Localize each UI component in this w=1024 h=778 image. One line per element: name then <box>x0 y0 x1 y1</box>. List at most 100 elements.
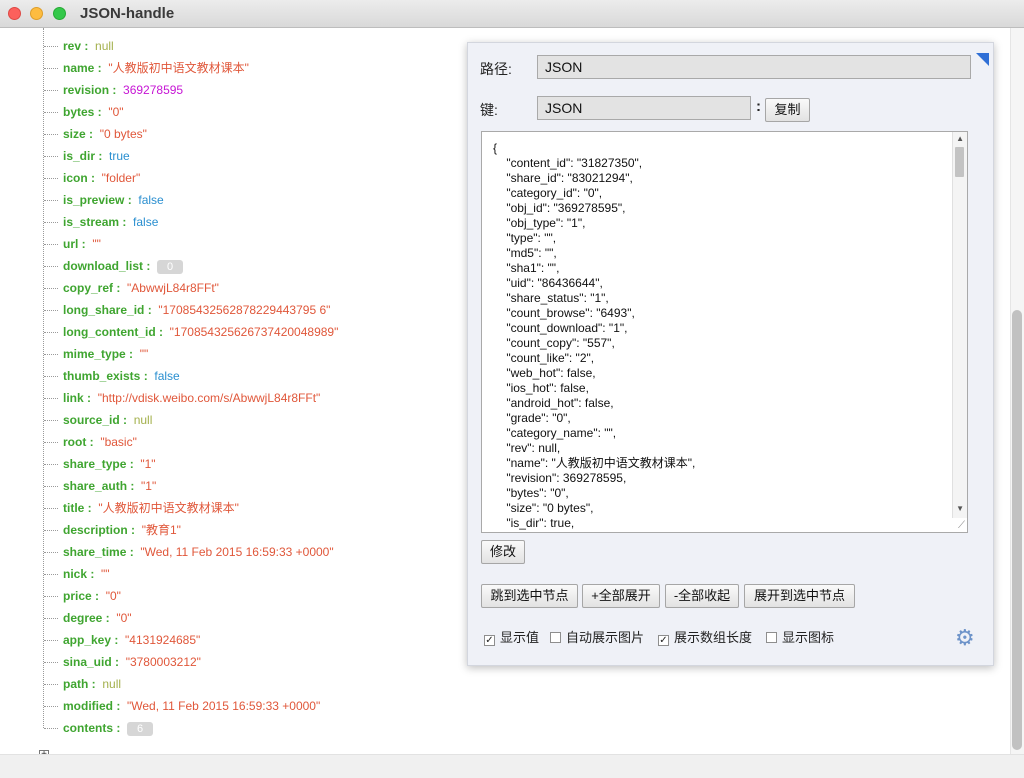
expand-all-button[interactable]: +全部展开 <box>582 584 660 608</box>
tree-connector <box>44 420 58 422</box>
tree-row[interactable]: is_preview : false <box>44 189 164 211</box>
json-scrollbar[interactable]: ▲ ▼ <box>952 132 967 518</box>
tree-row[interactable]: degree : "0" <box>44 607 132 629</box>
tree-key: sina_uid : <box>63 655 120 669</box>
json-text: { "content_id": "31827350", "share_id": … <box>493 141 696 530</box>
tree-value: "" <box>92 237 101 251</box>
tree-connector <box>44 222 58 224</box>
tree-row[interactable]: sina_uid : "3780003212" <box>44 651 201 673</box>
item-count-badge: 6 <box>127 722 154 736</box>
path-field[interactable]: JSON <box>537 55 971 79</box>
tree-row[interactable]: contents : 6 <box>44 717 154 739</box>
tree-key: long_content_id : <box>63 325 163 339</box>
panel-toggle-icon[interactable] <box>976 53 989 66</box>
tree-row[interactable]: price : "0" <box>44 585 121 607</box>
tree-connector <box>44 310 58 312</box>
tree-value: null <box>102 677 122 691</box>
minimize-window-button[interactable] <box>30 7 43 20</box>
tree-key: url : <box>63 237 86 251</box>
tree-connector <box>44 618 58 620</box>
tree-row[interactable]: long_content_id : "170854325626737420048… <box>44 321 338 343</box>
tree-row[interactable]: description : "教育1" <box>44 519 181 541</box>
tree-row[interactable]: url : "" <box>44 233 101 255</box>
tree-row[interactable]: nick : "" <box>44 563 110 585</box>
tree-connector <box>44 90 58 92</box>
tree-row[interactable]: source_id : null <box>44 409 152 431</box>
tree-row[interactable]: modified : "Wed, 11 Feb 2015 16:59:33 +0… <box>44 695 320 717</box>
main-scrollbar-thumb[interactable] <box>1012 310 1022 750</box>
tree-row[interactable]: thumb_exists : false <box>44 365 180 387</box>
tree-key: contents : <box>63 721 121 735</box>
tree-row[interactable]: mime_type : "" <box>44 343 148 365</box>
auto-image-checkbox[interactable]: 自动展示图片 <box>550 627 644 646</box>
modify-button[interactable]: 修改 <box>481 540 525 564</box>
key-field[interactable]: JSON <box>537 96 751 120</box>
tree-key: title : <box>63 501 92 515</box>
tree-row[interactable]: is_stream : false <box>44 211 158 233</box>
tree-row[interactable]: size : "0 bytes" <box>44 123 147 145</box>
json-textarea[interactable]: { "content_id": "31827350", "share_id": … <box>481 131 968 533</box>
show-icon-checkbox[interactable]: 显示图标 <box>766 627 834 646</box>
maximize-window-button[interactable] <box>53 7 66 20</box>
expand-to-node-button[interactable]: 展开到选中节点 <box>744 584 855 608</box>
tree-row[interactable]: rev : null <box>44 35 114 57</box>
tree-value: "170854325626737420048989" <box>169 325 339 339</box>
tree-row[interactable]: is_dir : true <box>44 145 130 167</box>
scroll-up-icon[interactable]: ▲ <box>956 134 964 143</box>
tree-row[interactable]: share_type : "1" <box>44 453 156 475</box>
tree-connector <box>44 552 58 554</box>
tree-value: "4131924685" <box>125 633 201 647</box>
title-bar: JSON-handle <box>0 0 1024 28</box>
array-length-checkbox[interactable]: ✓ 展示数组长度 <box>658 627 752 646</box>
tree-row[interactable]: path : null <box>44 673 121 695</box>
tree-row[interactable]: download_list : 0 <box>44 255 184 277</box>
tree-connector <box>44 178 58 180</box>
tree-value: "Wed, 11 Feb 2015 16:59:33 +0000" <box>140 545 334 559</box>
tree-row[interactable]: link : "http://vdisk.weibo.com/s/AbwwjL8… <box>44 387 320 409</box>
close-window-button[interactable] <box>8 7 21 20</box>
tree-value: "人教版初中语文教材课本" <box>108 61 249 75</box>
tree-row[interactable]: title : "人教版初中语文教材课本" <box>44 497 239 519</box>
tree-row[interactable]: share_auth : "1" <box>44 475 156 497</box>
tree-row[interactable]: long_share_id : "17085432562878229443795… <box>44 299 330 321</box>
copy-button[interactable]: 复制 <box>765 98 810 122</box>
tree-row[interactable]: revision : 369278595 <box>44 79 183 101</box>
tree-key: path : <box>63 677 96 691</box>
tree-key: is_dir : <box>63 149 103 163</box>
tree-row[interactable]: root : "basic" <box>44 431 137 453</box>
tree-key: revision : <box>63 83 117 97</box>
scroll-down-icon[interactable]: ▼ <box>956 504 964 513</box>
tree-key: copy_ref : <box>63 281 121 295</box>
key-label: 键: <box>480 102 498 118</box>
collapse-all-button[interactable]: -全部收起 <box>665 584 739 608</box>
tree-connector <box>44 684 58 686</box>
tree-key: bytes : <box>63 105 102 119</box>
tree-connector <box>44 596 58 598</box>
show-value-checkbox[interactable]: ✓ 显示值 <box>484 627 539 646</box>
tree-value: "1" <box>141 479 157 493</box>
tree-row[interactable]: name : "人教版初中语文教材课本" <box>44 57 249 79</box>
tree-row[interactable]: app_key : "4131924685" <box>44 629 200 651</box>
tree-connector <box>44 574 58 576</box>
tree-value: "0" <box>116 611 132 625</box>
tree-connector <box>44 464 58 466</box>
tree-connector <box>44 354 58 356</box>
json-scrollbar-thumb[interactable] <box>955 147 964 177</box>
tree-row[interactable]: bytes : "0" <box>44 101 124 123</box>
tree-row[interactable]: share_time : "Wed, 11 Feb 2015 16:59:33 … <box>44 541 334 563</box>
tree-value: null <box>133 413 153 427</box>
tree-connector <box>44 486 58 488</box>
tree-connector <box>44 530 58 532</box>
jump-to-node-button[interactable]: 跳到选中节点 <box>481 584 578 608</box>
gear-icon[interactable]: ⚙ <box>955 627 975 649</box>
tree-key: share_auth : <box>63 479 135 493</box>
resize-handle-icon[interactable]: ⟋ <box>958 520 965 531</box>
tree-key: is_stream : <box>63 215 127 229</box>
tree-key: size : <box>63 127 94 141</box>
tree-value: false <box>133 215 159 229</box>
path-label: 路径: <box>480 61 512 77</box>
tree-row[interactable]: icon : "folder" <box>44 167 140 189</box>
tree-row[interactable]: copy_ref : "AbwwjL84r8FFt" <box>44 277 219 299</box>
tree-connector <box>44 112 58 114</box>
tree-key: name : <box>63 61 102 75</box>
